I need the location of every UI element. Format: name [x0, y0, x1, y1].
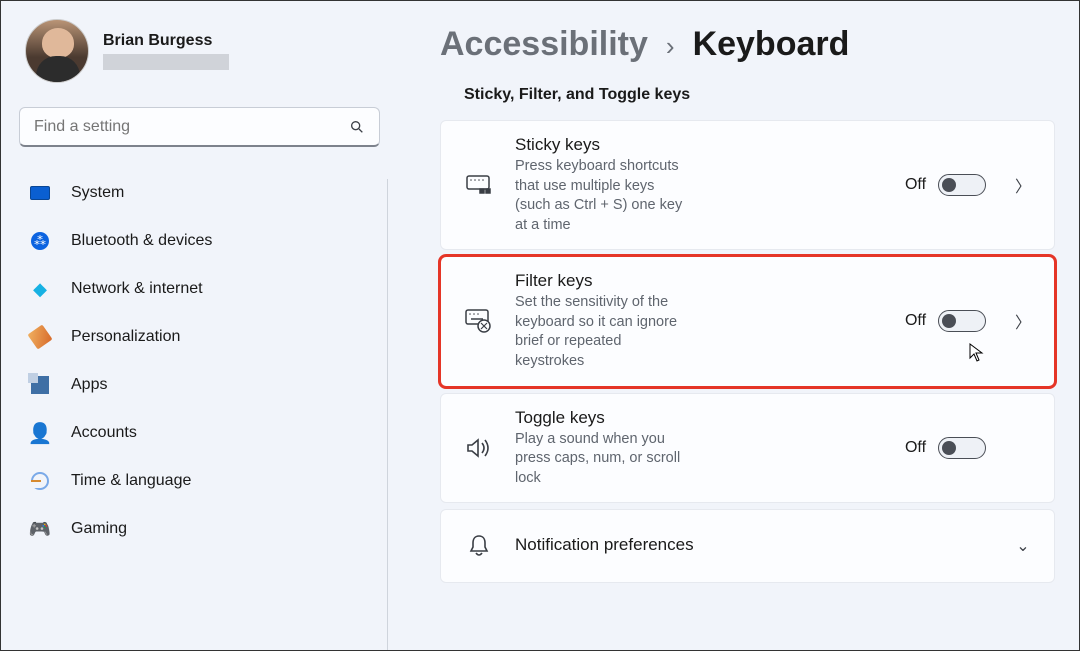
sidebar-item-label: Personalization	[71, 328, 180, 346]
chevron-right-icon: ›	[666, 31, 675, 62]
sidebar-nav: System ⁂ Bluetooth & devices ◆ Network &…	[17, 171, 388, 551]
toggle-switch[interactable]	[938, 437, 986, 459]
chevron-down-icon[interactable]: ⌄	[1006, 536, 1040, 556]
toggle-switch[interactable]	[938, 174, 986, 196]
sidebar-item-label: Network & internet	[71, 280, 203, 298]
setting-description: Play a sound when you press caps, num, o…	[515, 430, 690, 489]
setting-card-sticky-keys[interactable]: Sticky keys Press keyboard shortcuts tha…	[440, 120, 1055, 250]
person-icon: 👤	[29, 422, 51, 444]
sidebar-item-system[interactable]: System	[17, 171, 378, 215]
search-box[interactable]	[19, 107, 380, 147]
section-heading: Sticky, Filter, and Toggle keys	[464, 86, 1055, 104]
sidebar-item-label: Bluetooth & devices	[71, 232, 212, 250]
breadcrumb-parent[interactable]: Accessibility	[440, 25, 648, 64]
setting-title: Toggle keys	[515, 408, 690, 428]
keyboard-icon	[463, 175, 495, 195]
speaker-icon	[463, 437, 495, 459]
sidebar-item-label: Time & language	[71, 472, 191, 490]
sidebar-item-network[interactable]: ◆ Network & internet	[17, 267, 378, 311]
sidebar-item-personalization[interactable]: Personalization	[17, 315, 378, 359]
setting-title: Sticky keys	[515, 135, 690, 155]
setting-description: Press keyboard shortcuts that use multip…	[515, 157, 690, 235]
sidebar-item-label: Gaming	[71, 520, 127, 538]
toggle-state-label: Off	[905, 176, 926, 194]
bell-icon	[463, 534, 495, 558]
sidebar-item-accounts[interactable]: 👤 Accounts	[17, 411, 378, 455]
setting-description: Set the sensitivity of the keyboard so i…	[515, 293, 690, 371]
setting-card-notification-preferences[interactable]: Notification preferences ⌄	[440, 509, 1055, 583]
sidebar-item-gaming[interactable]: 🎮 Gaming	[17, 507, 378, 551]
sidebar: Brian Burgess System ⁂ Bluetooth & devic…	[1, 1, 398, 650]
display-icon	[29, 182, 51, 204]
clock-globe-icon	[29, 470, 51, 492]
sidebar-item-label: System	[71, 184, 124, 202]
toggle-state-label: Off	[905, 439, 926, 457]
chevron-right-icon[interactable]: 〉	[1006, 173, 1040, 197]
chevron-right-icon[interactable]: 〉	[1006, 309, 1040, 333]
sidebar-item-label: Apps	[71, 376, 107, 394]
search-icon	[349, 119, 365, 135]
setting-title: Filter keys	[515, 271, 690, 291]
breadcrumb: Accessibility › Keyboard	[440, 25, 1055, 64]
sidebar-item-label: Accounts	[71, 424, 137, 442]
sidebar-item-bluetooth[interactable]: ⁂ Bluetooth & devices	[17, 219, 378, 263]
profile-email-redacted	[103, 54, 229, 70]
setting-card-filter-keys[interactable]: Filter keys Set the sensitivity of the k…	[440, 256, 1055, 386]
profile-name: Brian Burgess	[103, 32, 229, 50]
toggle-state-label: Off	[905, 312, 926, 330]
sidebar-item-time[interactable]: Time & language	[17, 459, 378, 503]
apps-icon	[29, 374, 51, 396]
breadcrumb-current: Keyboard	[693, 25, 850, 64]
setting-title: Notification preferences	[515, 535, 741, 555]
profile-block[interactable]: Brian Burgess	[25, 19, 388, 83]
setting-card-toggle-keys[interactable]: Toggle keys Play a sound when you press …	[440, 393, 1055, 504]
toggle-switch[interactable]	[938, 310, 986, 332]
keyboard-filter-icon	[463, 309, 495, 333]
search-input[interactable]	[34, 118, 349, 136]
avatar	[25, 19, 89, 83]
main-content: Accessibility › Keyboard Sticky, Filter,…	[398, 1, 1079, 650]
sidebar-item-apps[interactable]: Apps	[17, 363, 378, 407]
gamepad-icon: 🎮	[29, 518, 51, 540]
cursor-icon	[969, 343, 985, 368]
bluetooth-icon: ⁂	[29, 230, 51, 252]
brush-icon	[29, 326, 51, 348]
wifi-icon: ◆	[29, 278, 51, 300]
